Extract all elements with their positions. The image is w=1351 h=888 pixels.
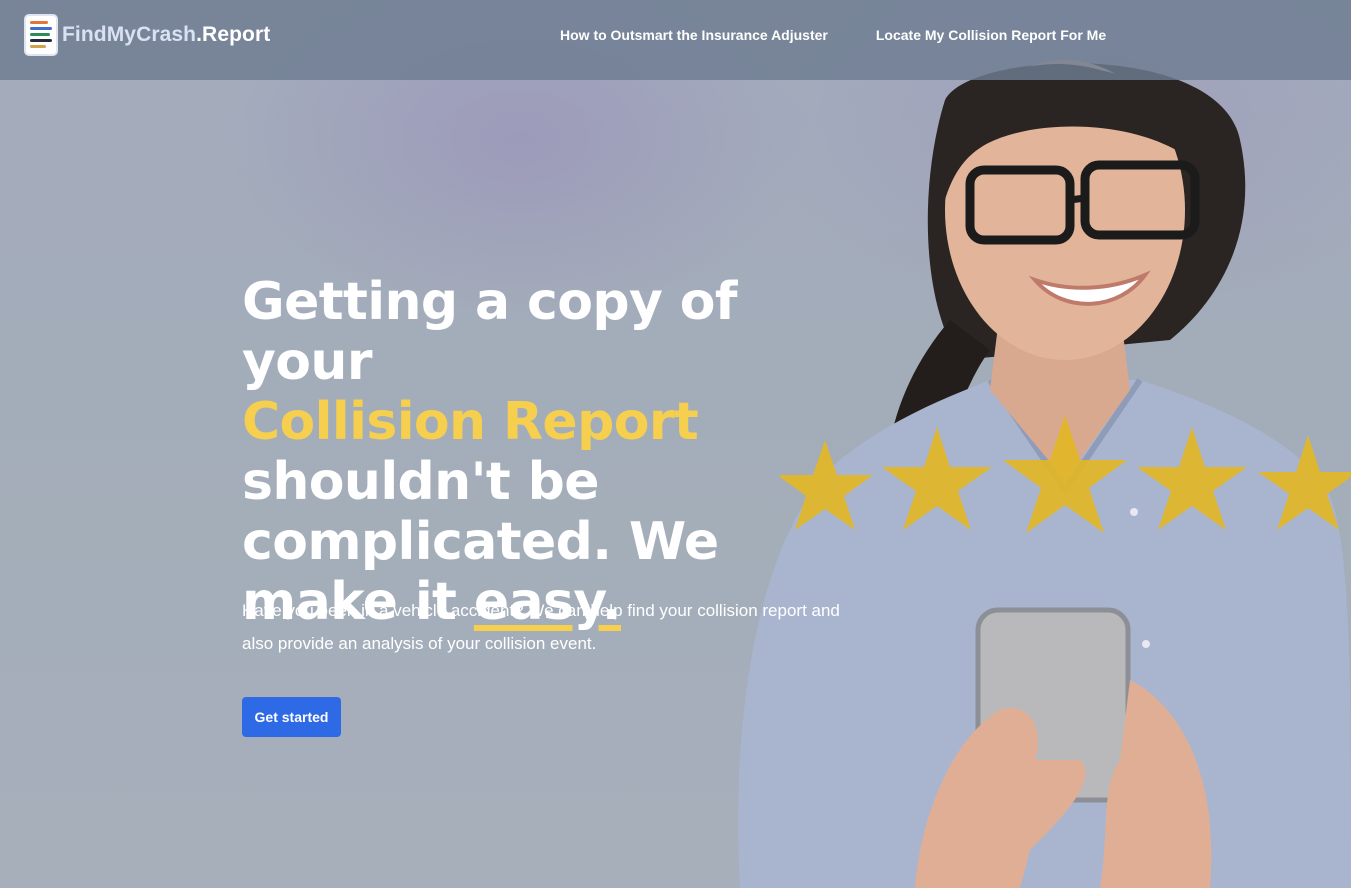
hero-subtext: Have you been in a vehicle accident? We …: [242, 601, 840, 653]
headline-accent: Collision Report: [242, 392, 699, 452]
nav-link-outsmart-adjuster[interactable]: How to Outsmart the Insurance Adjuster: [560, 27, 828, 43]
site-logo[interactable]: FindMyCrash.Report: [24, 14, 270, 56]
logo-text: FindMyCrash.Report: [62, 23, 270, 47]
top-navigation-bar: FindMyCrash.Report How to Outsmart the I…: [0, 0, 1351, 80]
star-icon: [1003, 415, 1127, 533]
star-icon: [1137, 427, 1247, 530]
star-icon: [882, 427, 992, 530]
hero-headline: Getting a copy of your Collision Report sh…: [242, 272, 882, 632]
star-icon: [1258, 435, 1351, 530]
get-started-button[interactable]: Get started: [242, 697, 341, 737]
main-nav: How to Outsmart the Insurance Adjuster L…: [560, 27, 1106, 43]
nav-link-locate-report[interactable]: Locate My Collision Report For Me: [876, 27, 1106, 43]
logo-brand: FindMyCrash: [62, 23, 197, 46]
document-list-icon: [24, 14, 58, 56]
logo-suffix: .Report: [196, 23, 271, 46]
headline-line1: Getting a copy of your: [242, 272, 738, 392]
